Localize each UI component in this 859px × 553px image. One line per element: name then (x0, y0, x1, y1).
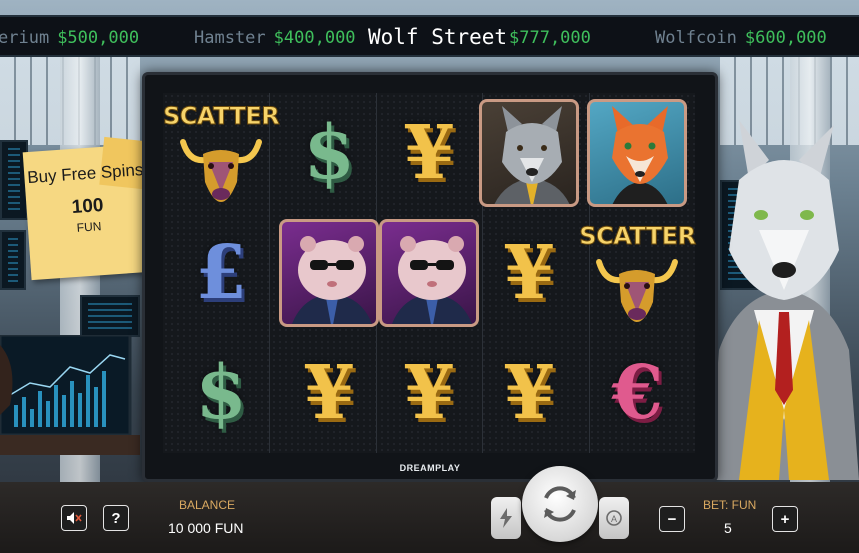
bet-value: 5 (724, 520, 732, 536)
bull-icon (595, 252, 679, 324)
balance-value: 10 000 FUN (168, 520, 244, 536)
reel-cell: $ (279, 93, 379, 213)
reels-monitor: SCATTER $ ¥ £ ¥ SCATTER $ ¥ ¥ ¥ € DREAMPLAY (142, 72, 718, 482)
ticker-price: $500,000 (57, 28, 140, 48)
reel-cell: SCATTER (579, 213, 697, 333)
dollar-symbol: $ (195, 350, 247, 436)
ticker-name: erium (0, 28, 50, 48)
game-title: Wolf Street (368, 25, 508, 49)
wolf-mascot (699, 120, 859, 480)
refresh-icon (544, 486, 576, 522)
ticker-price: $777,000 (509, 28, 591, 48)
dollar-symbol: $ (303, 110, 356, 196)
bull-icon (179, 132, 263, 204)
speaker-muted-icon (67, 512, 82, 524)
svg-text:A: A (611, 514, 617, 524)
balance-label: BALANCE (179, 498, 236, 512)
yen-symbol: ¥ (503, 350, 556, 436)
yen-symbol: ¥ (403, 110, 456, 196)
scatter-label: SCATTER (162, 102, 280, 131)
reel-cell: SCATTER (162, 93, 280, 213)
ticker-name: Wolfcoin (655, 28, 737, 48)
bet-decrease-button[interactable]: − (659, 506, 685, 532)
reel-cell: ¥ (479, 333, 579, 453)
buy-free-spins-title: Buy Free Spins (26, 160, 144, 188)
ticker-item: Wolfcoin $600,000 (655, 28, 827, 48)
reel-cell: ¥ (279, 333, 379, 453)
stock-ticker: erium $500,000 Hamster $400,000 Wolf Stree… (0, 15, 859, 57)
ticker-item: $777,000 (501, 28, 591, 48)
scatter-symbol: SCATTER (579, 222, 697, 324)
ticker-name: Hamster (194, 28, 266, 48)
bet-label: BET: FUN (703, 498, 757, 512)
spin-button[interactable] (522, 466, 598, 542)
autoplay-icon: A (606, 510, 622, 526)
hamster-portrait (379, 219, 480, 327)
scatter-label: SCATTER (579, 222, 697, 251)
bet-increase-button[interactable]: + (772, 506, 798, 532)
ticker-item: Hamster $400,000 (194, 28, 356, 48)
reel-cell: £ (163, 213, 279, 333)
hamster-portrait (279, 219, 380, 327)
yen-symbol: ¥ (303, 350, 356, 436)
dreamplay-logo: DREAMPLAY (399, 463, 461, 473)
reel-cell: $ (163, 333, 279, 453)
stock-screen (0, 230, 26, 290)
reel-cell: € (579, 333, 695, 453)
buy-free-spins-button[interactable]: Buy Free Spins 100 FUN (22, 143, 154, 281)
euro-symbol: € (611, 350, 664, 436)
trader-desk (0, 333, 140, 455)
reel-cell (379, 213, 480, 333)
reel-cell: ¥ (379, 93, 479, 213)
scatter-symbol: SCATTER (162, 102, 280, 204)
autoplay-button[interactable]: A (599, 497, 629, 539)
reel-cell (479, 93, 580, 213)
yen-symbol: ¥ (403, 350, 456, 436)
ticker-price: $400,000 (273, 28, 356, 48)
wolf-portrait (479, 99, 580, 207)
fox-portrait (587, 99, 688, 207)
reel-cell: ¥ (479, 213, 579, 333)
turbo-button[interactable] (491, 497, 521, 539)
ticker-price: $600,000 (744, 28, 827, 48)
help-button[interactable]: ? (103, 505, 129, 531)
lightning-icon (500, 508, 512, 528)
stock-screen (80, 295, 140, 337)
reel-cell: ¥ (379, 333, 479, 453)
reel-cell (579, 93, 695, 213)
yen-symbol: ¥ (503, 230, 556, 316)
ticker-item: erium $500,000 (0, 28, 139, 48)
reel-grid: SCATTER $ ¥ £ ¥ SCATTER $ ¥ ¥ ¥ € (162, 93, 697, 453)
reel-cell (279, 213, 380, 333)
sound-toggle-button[interactable] (61, 505, 87, 531)
pound-symbol: £ (195, 230, 247, 316)
